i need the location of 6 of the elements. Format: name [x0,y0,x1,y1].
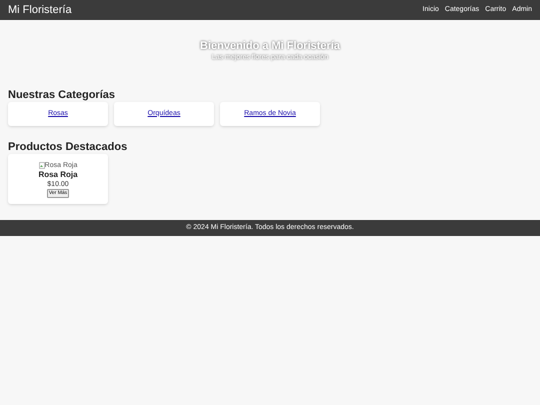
product-name: Rosa Roja [38,170,78,180]
hero-title: Bienvenido a Mi Floristería [200,40,340,54]
section-heading: Nuestras Categorías [8,88,116,102]
site-title: Mi Floristería [8,2,72,18]
section-heading: Productos Destacados [8,140,128,154]
broken-image-icon [38,162,45,168]
